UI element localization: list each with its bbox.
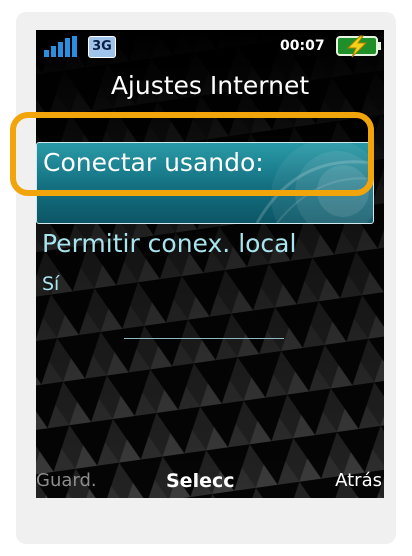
clock: 00:07	[280, 38, 325, 54]
softkey-back[interactable]: Atrás	[335, 464, 382, 498]
option-allow-local-connection[interactable]: Permitir conex. local	[42, 226, 296, 262]
battery-charging-icon	[336, 35, 381, 58]
softkey-bar: Guard. Selecc Atrás	[36, 464, 384, 498]
signal-strength-icon	[44, 36, 77, 57]
divider	[124, 338, 284, 339]
option-value: Sí	[42, 273, 60, 295]
softkey-save[interactable]: Guard.	[36, 464, 97, 498]
softkey-select[interactable]: Selecc	[166, 464, 235, 498]
status-bar: 3G 00:07	[36, 30, 384, 64]
network-type-badge: 3G	[88, 36, 116, 58]
phone-screen: 3G 00:07 Ajustes Internet Conectar usand…	[36, 30, 384, 498]
page-title: Ajustes Internet	[110, 71, 310, 100]
focus-highlight-ring	[10, 112, 374, 196]
